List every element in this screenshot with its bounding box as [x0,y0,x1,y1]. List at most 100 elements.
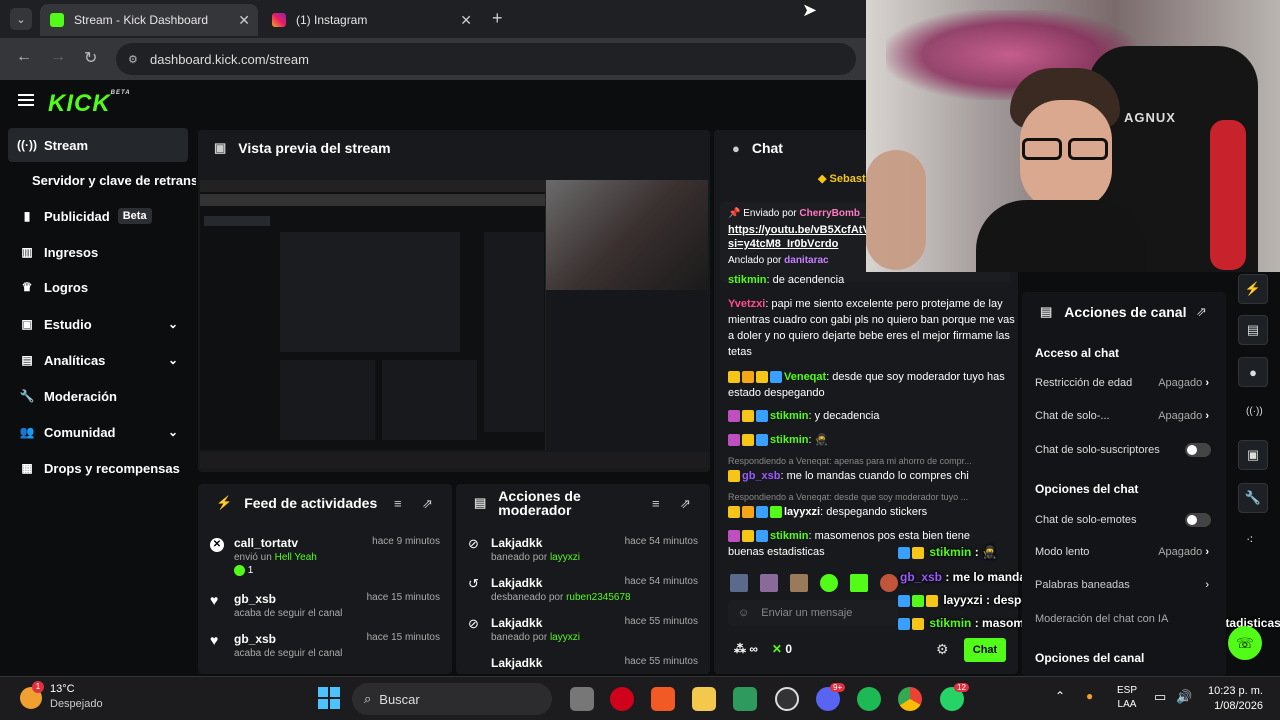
badge-icon [756,371,768,384]
sidebar-item-moderacion[interactable]: 🔧 Moderación [8,379,188,413]
sidebar-item-stream[interactable]: ((·)) Stream [8,128,188,162]
tab-instagram[interactable]: (1) Instagram ✕ [262,4,480,36]
points-count: 0 [785,642,792,656]
subscribers-only-toggle[interactable] [1185,443,1211,457]
banned-words-row[interactable]: Palabras baneadas › [1035,579,1215,591]
url-field[interactable]: ⚙ dashboard.kick.com/stream [116,43,856,75]
obs-icon[interactable] [775,687,799,711]
sidebar-item-logros[interactable]: ♛ Logros [8,270,188,304]
popout-icon[interactable]: ⇗ [1196,304,1207,320]
close-tab-icon[interactable]: ✕ [460,12,472,29]
broadcast-icon[interactable]: ((·)) [1246,406,1263,417]
emote-icon[interactable] [850,574,868,592]
document-icon[interactable]: ▤ [1238,315,1268,345]
opera-icon[interactable] [610,687,634,711]
chat-username[interactable]: stikmin [770,410,809,422]
windows-start-icon[interactable] [318,687,340,709]
emote-icon[interactable] [790,574,808,592]
site-info-icon[interactable]: ⚙ [128,53,138,66]
chat-username[interactable]: Veneqat [784,371,826,383]
sidebar-item-ingresos[interactable]: ▥ Ingresos [8,235,188,269]
chat-username[interactable]: stikmin [728,274,767,286]
popout-icon[interactable]: ⇗ [422,496,433,512]
chat-username[interactable]: Yvetzxi [728,298,765,310]
stream-preview-title: ▣ Vista previa del stream [214,140,391,156]
chat-text: : [808,434,812,446]
viewers-count: ∞ [749,642,758,656]
weather-widget[interactable]: 1 13°C Despejado [20,681,103,710]
spotify-icon[interactable] [857,687,881,711]
volume-icon[interactable]: 🔊 [1176,689,1192,705]
chat-settings-icon[interactable]: ⚙ [936,641,949,658]
forward-icon[interactable]: → [50,48,66,66]
chat-username[interactable]: stikmin [770,434,809,446]
emotes-only-toggle[interactable] [1185,513,1211,527]
kick-logo[interactable]: KICKBETA [48,90,131,118]
subscribers-only-row[interactable]: Chat de solo-suscriptores [1035,443,1215,457]
pinned-link[interactable]: https://youtu.be/vB5XcfAtV si=y4tcM8_Ir0… [728,223,870,251]
popout-icon[interactable]: ⇗ [680,496,691,512]
filter-icon[interactable]: ≡ [652,496,660,511]
studio-icon: ▣ [21,317,33,331]
chat-icon[interactable]: ● [1238,357,1268,387]
logo-text: KICK [48,90,111,117]
slow-mode-row[interactable]: Modo lento Apagado › [1035,546,1215,558]
reload-icon[interactable]: ↻ [84,48,97,68]
hamburger-menu-icon[interactable] [18,94,34,106]
filter-icon[interactable]: ≡ [394,496,402,511]
emote-icon[interactable] [820,574,838,592]
folder-icon[interactable] [692,687,716,711]
lightning-icon[interactable]: ⚡ [1238,274,1268,304]
tray-chevron-icon[interactable]: ⌃ [1055,689,1065,703]
tab-kick-dashboard[interactable]: Stream - Kick Dashboard ✕ [40,4,258,36]
sidebar-item-label: Drops y recompensas [44,460,180,476]
sidebar-item-servidor[interactable]: Servidor y clave de retransmisión [8,163,196,197]
emote-icon[interactable] [730,574,748,592]
app-icon[interactable] [733,687,757,711]
badge-icon [756,434,768,447]
chat-username[interactable]: layyxzi [784,506,820,518]
sidebar-item-analiticas[interactable]: ▤ Analíticas ⌄ [8,343,188,377]
mod-sub: baneado por [491,552,548,563]
ai-moderation-row[interactable]: Moderación del chat con IA [1035,613,1215,625]
anchored-by-user[interactable]: danitarac [784,255,828,266]
wrench-icon[interactable]: 🔧 [1238,483,1268,513]
sidebar-item-drops[interactable]: ▦ Drops y recompensas [8,451,188,485]
network-icon[interactable]: ▭ [1154,689,1166,705]
chat-text: : despegando stickers [820,506,928,518]
sidebar-item-publicidad[interactable]: ▮ Publicidad Beta [8,199,188,233]
chat-message: Veneqat: desde que soy moderador tuyo ha… [728,369,1018,403]
brave-icon[interactable] [651,687,675,711]
language-indicator[interactable]: ESP LAA [1117,685,1137,710]
emote-icon[interactable] [880,574,898,592]
age-restriction-row[interactable]: Restricción de edad Apagado › [1035,377,1215,389]
file-explorer-icon[interactable] [570,687,594,711]
clock[interactable]: 10:23 p. m. 1/08/2026 [1205,685,1263,712]
back-icon[interactable]: ← [16,48,32,66]
whatsapp-badge: 12 [954,683,969,692]
chat-username[interactable]: gb_xsb [742,470,781,482]
pinned-by-user[interactable]: CherryBomb_3 [799,208,871,219]
chrome-icon[interactable] [898,687,922,711]
new-tab-button[interactable]: + [492,8,503,29]
emote-icon[interactable] [760,574,778,592]
close-tab-icon[interactable]: ✕ [238,12,250,29]
support-button[interactable]: ☏ [1228,626,1262,660]
section-chat-options: Opciones del chat [1035,482,1139,496]
stream-preview-video[interactable] [200,180,708,468]
grid-icon[interactable]: ⁖ [1246,532,1254,548]
points-icon: ✕ 0 [771,642,792,656]
emoji-icon[interactable]: ☺ [738,607,749,619]
sidebar-item-comunidad[interactable]: 👥 Comunidad ⌄ [8,415,188,449]
tab-search-chevron-icon[interactable]: ⌄ [10,8,32,30]
followers-only-row[interactable]: Chat de solo-... Apagado › [1035,410,1215,422]
sidebar-item-estudio[interactable]: ▣ Estudio ⌄ [8,307,188,341]
mod-panel-icon[interactable]: ▣ [1238,440,1268,470]
emotes-only-row[interactable]: Chat de solo-emotes [1035,513,1215,527]
chat-input[interactable]: ☺ Enviar un mensaje [728,600,898,626]
preview-icon: ▣ [214,140,227,155]
microphone-icon[interactable]: ● [1086,689,1093,703]
chat-send-button[interactable]: Chat [964,638,1006,662]
taskbar-search[interactable]: ⌕ Buscar [352,683,552,715]
chat-username[interactable]: stikmin [770,530,809,542]
